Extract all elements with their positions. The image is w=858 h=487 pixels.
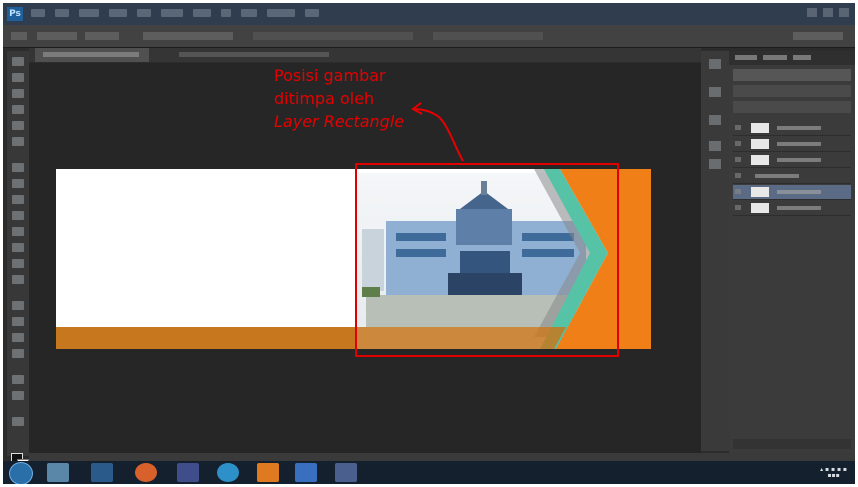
photoshop-screen: Ps ▴ ▪ ▪ ▪ ▪ ▪▪▪ Posisi gambar ditimpa o… — [3, 3, 855, 484]
annotation-arrow — [411, 102, 464, 162]
arrow-curve — [412, 108, 464, 162]
